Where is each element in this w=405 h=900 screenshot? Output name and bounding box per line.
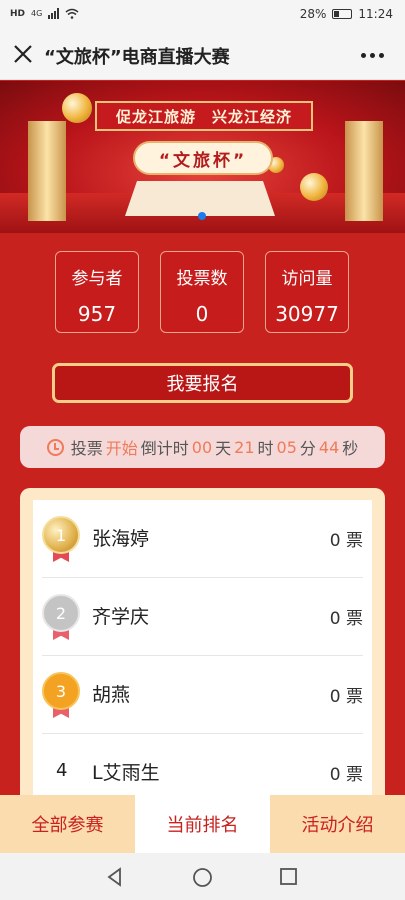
gold-medal-icon: 1	[42, 516, 80, 566]
stat-label: 参与者	[71, 269, 123, 289]
countdown-hours-unit: 时	[257, 439, 274, 458]
signal-icon	[48, 8, 60, 19]
stat-participants: 参与者 957	[55, 251, 139, 333]
stat-label: 访问量	[281, 269, 333, 289]
gold-ball-decoration	[62, 93, 92, 123]
page-title: “文旅杯”电商直播大赛	[44, 47, 230, 68]
countdown-mid: 倒计时	[140, 439, 189, 458]
countdown-minutes-unit: 分	[299, 439, 316, 458]
gold-ball-decoration	[300, 173, 328, 201]
recent-apps-square-icon[interactable]	[279, 867, 298, 886]
vote-count: 0 票	[329, 531, 363, 551]
contestant-name: 张海婷	[92, 528, 150, 550]
countdown-days-unit: 天	[215, 439, 232, 458]
tab-current-ranking[interactable]: 当前排名	[135, 795, 270, 853]
carousel-indicator[interactable]	[198, 212, 206, 220]
ranking-list: 1 张海婷 0 票 2 齐学庆 0 票 3 胡燕 0 票 4 L艾雨生 0 票	[33, 500, 372, 818]
pillar-right	[345, 121, 383, 221]
stat-value: 30977	[275, 302, 339, 326]
countdown-days: 00	[191, 437, 213, 457]
system-nav-bar	[0, 853, 405, 900]
ranking-row[interactable]: 3 胡燕 0 票	[42, 656, 363, 734]
countdown-seconds-unit: 秒	[342, 439, 359, 458]
countdown-hours: 21	[234, 437, 255, 457]
stat-votes: 投票数 0	[160, 251, 244, 333]
vote-count: 0 票	[329, 609, 363, 629]
clock-icon	[46, 438, 64, 456]
contestant-name: L艾雨生	[92, 762, 160, 784]
ranking-row[interactable]: 2 齐学庆 0 票	[42, 578, 363, 656]
countdown-seconds: 44	[318, 437, 340, 457]
rank-number: 4	[56, 760, 68, 781]
battery-icon	[332, 9, 353, 19]
countdown-prefix: 投票	[70, 439, 103, 458]
silver-medal-icon: 2	[42, 594, 80, 644]
contestant-name: 胡燕	[92, 684, 131, 706]
signup-button[interactable]: 我要报名	[52, 363, 353, 403]
clock-time: 11:24	[358, 7, 393, 21]
network-badge: HD	[10, 8, 26, 19]
ranking-row[interactable]: 1 张海婷 0 票	[42, 500, 363, 578]
stat-value: 957	[77, 302, 117, 326]
back-triangle-icon[interactable]	[105, 867, 125, 887]
pillar-left	[28, 121, 66, 221]
banner-cup-title: “文旅杯”	[133, 141, 273, 175]
countdown-minutes: 05	[276, 437, 297, 457]
signal-label: 4G	[31, 9, 43, 18]
countdown-status: 开始	[105, 439, 138, 458]
stage-platform	[125, 181, 275, 216]
tab-all-entries[interactable]: 全部参赛	[0, 795, 135, 853]
status-bar: HD 4G 28% 11:24	[0, 0, 405, 30]
home-circle-icon[interactable]	[192, 867, 213, 888]
stat-value: 0	[195, 302, 209, 326]
vote-countdown: 投票 开始 倒计时 00 天 21 时 05 分 44 秒	[20, 426, 385, 468]
battery-percent: 28%	[299, 7, 327, 21]
tab-event-intro[interactable]: 活动介绍	[270, 795, 405, 853]
vote-count: 0 票	[329, 765, 363, 785]
hero-banner[interactable]: 促龙江旅游 兴龙江经济 “文旅杯”	[0, 81, 405, 233]
vote-count: 0 票	[329, 687, 363, 707]
nav-bar: “文旅杯”电商直播大赛	[0, 30, 405, 80]
stat-visits: 访问量 30977	[265, 251, 349, 333]
bronze-medal-icon: 3	[42, 672, 80, 722]
ranking-card: 1 张海婷 0 票 2 齐学庆 0 票 3 胡燕 0 票 4 L艾雨生 0 票	[20, 488, 385, 818]
bottom-tab-bar: 全部参赛 当前排名 活动介绍	[0, 795, 405, 853]
more-icon[interactable]	[361, 45, 391, 65]
close-icon[interactable]	[12, 43, 34, 65]
wifi-icon	[65, 8, 79, 19]
contestant-name: 齐学庆	[92, 606, 150, 628]
stat-label: 投票数	[176, 269, 228, 289]
banner-slogan: 促龙江旅游 兴龙江经济	[95, 101, 313, 131]
